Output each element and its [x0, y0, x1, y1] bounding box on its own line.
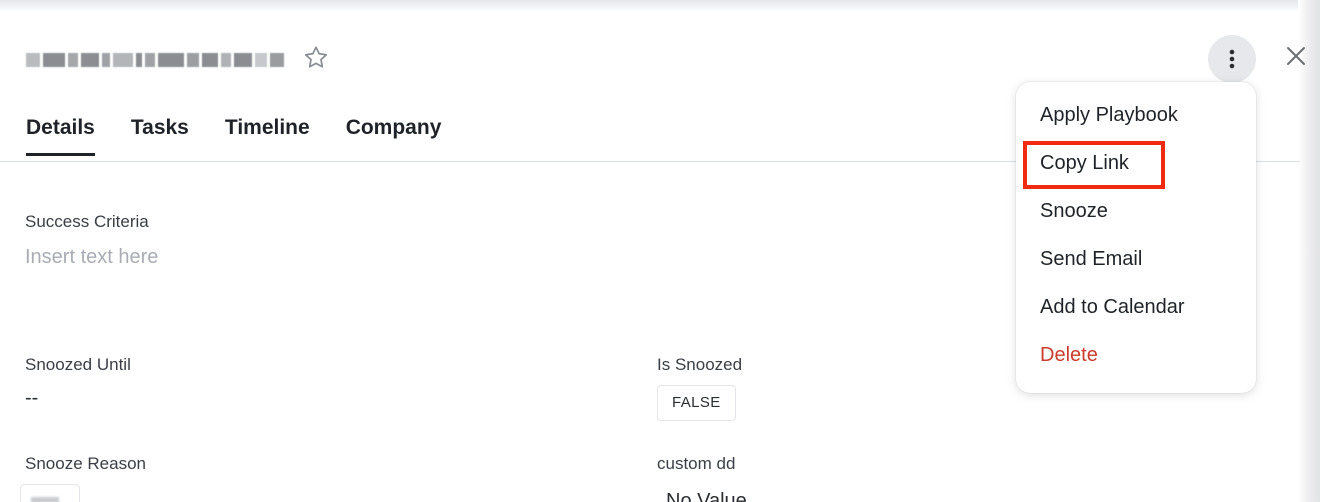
- menu-item-delete[interactable]: Delete: [1040, 344, 1098, 367]
- favorite-star-button[interactable]: [302, 44, 330, 72]
- kebab-vertical-icon: [1229, 49, 1235, 69]
- menu-item-snooze[interactable]: Snooze: [1040, 200, 1108, 223]
- menu-item-copy-link[interactable]: Copy Link: [1040, 152, 1129, 175]
- success-criteria-input[interactable]: Insert text here: [25, 246, 158, 269]
- snoozed-until-label: Snoozed Until: [25, 355, 131, 374]
- close-button[interactable]: [1282, 42, 1310, 70]
- snoozed-until-value: --: [25, 387, 39, 409]
- snooze-reason-value: [20, 484, 80, 502]
- star-outline-icon: [304, 46, 328, 68]
- menu-item-send-email[interactable]: Send Email: [1040, 248, 1142, 271]
- cta-detail-panel: Details Tasks Timeline Company Success C…: [0, 0, 1320, 502]
- success-criteria-label: Success Criteria: [25, 212, 149, 231]
- panel-edge: [1298, 0, 1320, 502]
- top-shadow: [0, 0, 1320, 12]
- menu-item-apply-playbook[interactable]: Apply Playbook: [1040, 104, 1178, 127]
- tab-details[interactable]: Details: [26, 112, 95, 156]
- custom-dd-value: No Value: [666, 490, 747, 502]
- more-options-button[interactable]: [1208, 35, 1256, 83]
- menu-item-add-to-calendar[interactable]: Add to Calendar: [1040, 296, 1185, 319]
- is-snoozed-badge: FALSE: [657, 385, 736, 421]
- tab-timeline[interactable]: Timeline: [225, 112, 310, 156]
- is-snoozed-label: Is Snoozed: [657, 355, 743, 374]
- tab-tasks[interactable]: Tasks: [131, 112, 189, 156]
- tab-bar: Details Tasks Timeline Company: [26, 112, 477, 156]
- close-icon: [1287, 47, 1305, 65]
- tab-company[interactable]: Company: [346, 112, 442, 156]
- custom-dd-label: custom dd: [657, 454, 736, 473]
- snooze-reason-label: Snooze Reason: [25, 454, 146, 473]
- more-options-menu: Apply Playbook Copy Link Snooze Send Ema…: [1016, 82, 1256, 393]
- page-title-redacted: [26, 44, 290, 76]
